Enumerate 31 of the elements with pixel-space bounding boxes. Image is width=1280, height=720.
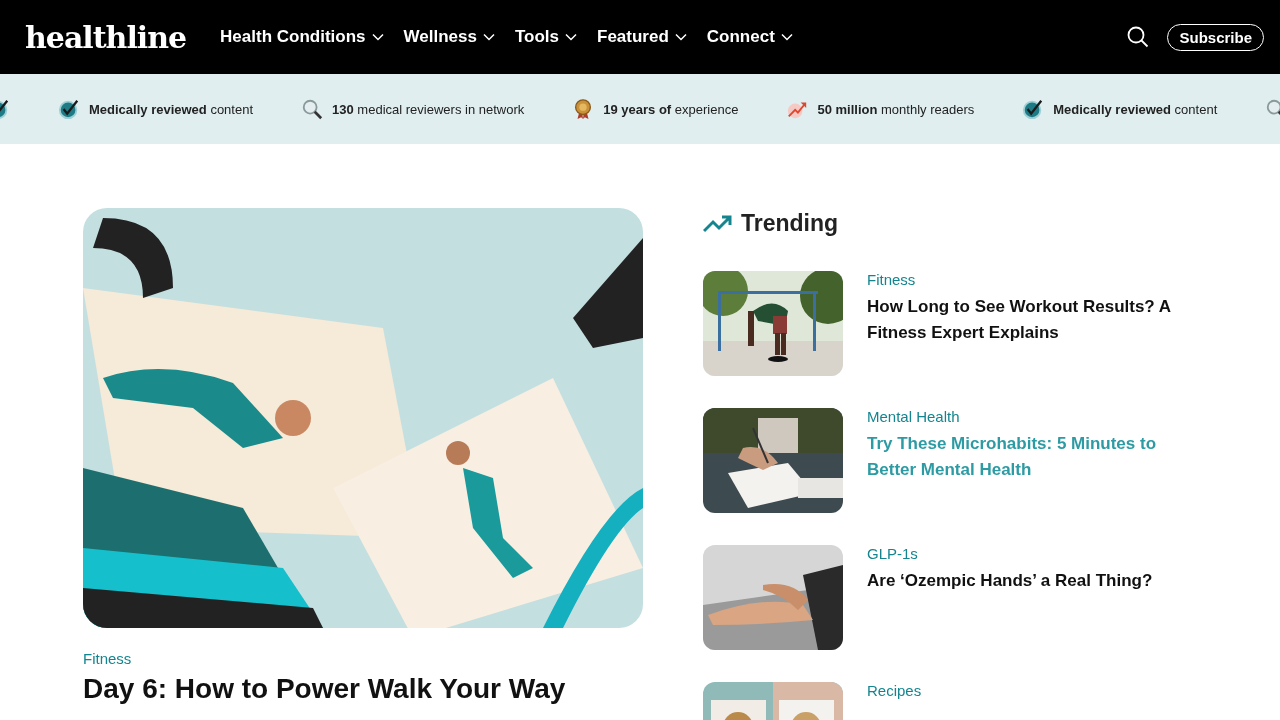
nav-menu-item[interactable]: Connect [706,27,793,47]
nav-menu-item[interactable]: Health Conditions [220,27,384,47]
section-heading: Trending [741,210,839,237]
nav-menu-item[interactable]: Featured [597,27,687,47]
trust-stat: Medically reviewed content [89,101,254,117]
trending-icon [703,214,733,233]
article-headline[interactable]: Day 6: How to Power Walk Your Way [83,673,643,705]
category-link[interactable]: Fitness [867,271,1183,288]
chevron-down-icon [482,33,495,41]
category-link[interactable]: Recipes [867,682,922,699]
subscribe-button[interactable]: Subscribe [1167,23,1264,51]
nav-menu-item[interactable]: Wellness [403,27,495,47]
trust-stat: 50 million monthly readers [817,101,975,117]
category-link[interactable]: Fitness [83,650,643,667]
chevron-down-icon [674,33,687,41]
checkmark-badge-icon [1022,98,1045,120]
article-link[interactable]: How Long to See Workout Results? A Fitness Expert Explains [867,294,1183,346]
magnifier-icon [301,98,324,120]
chevron-down-icon [371,33,384,41]
trust-stat: 130 medical reviewers in network [332,101,525,117]
chevron-down-icon [780,33,793,41]
search-icon[interactable] [1127,26,1150,48]
site-logo[interactable]: healthline [25,19,187,55]
article-link[interactable]: Are ‘Ozempic Hands’ a Real Thing? [867,568,1153,594]
trust-stat: 19 years of experience [603,101,739,117]
category-link[interactable]: GLP-1s [867,545,1153,562]
checkmark-badge-icon [58,98,80,120]
trust-stat: Medically reviewed content [1053,101,1218,117]
nav-menu-item[interactable]: Tools [514,27,577,47]
chevron-down-icon [565,33,577,41]
category-link[interactable]: Mental Health [867,408,1183,425]
